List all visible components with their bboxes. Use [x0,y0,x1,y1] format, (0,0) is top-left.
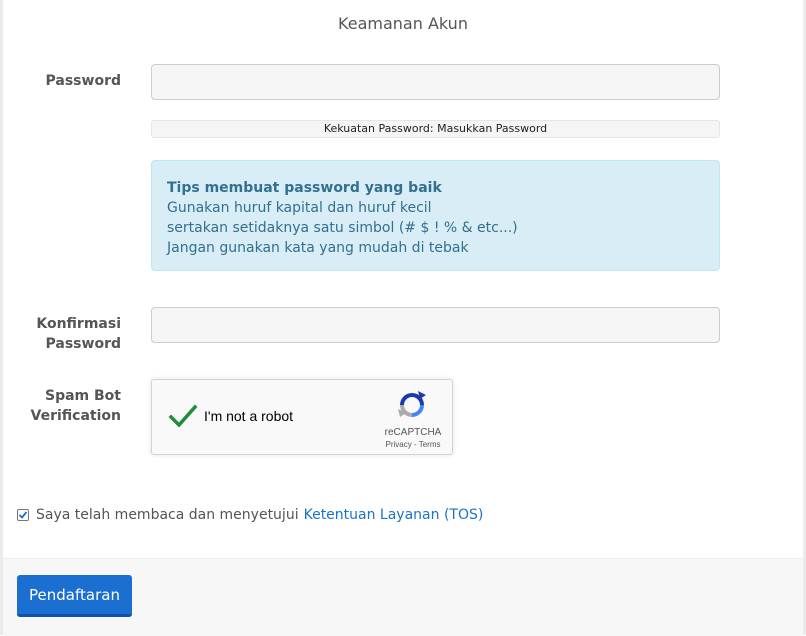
tips-line: sertakan setidaknya satu simbol (# $ ! %… [167,220,518,236]
tips-line: Jangan gunakan kata yang mudah di tebak [167,240,469,256]
recaptcha-privacy-terms[interactable]: Privacy - Terms [378,440,448,449]
confirm-label-line: Konfirmasi [36,316,121,332]
section-title: Keamanan Akun [338,14,468,33]
recaptcha-label: I'm not a robot [204,408,294,424]
confirm-password-label: Konfirmasi Password [1,314,121,354]
password-tips-box: Tips membuat password yang baik Gunakan … [151,160,720,271]
tips-line: Gunakan huruf kapital dan huruf kecil [167,200,432,216]
confirm-label-line: Password [45,336,121,352]
recaptcha-logo-icon [396,389,428,421]
tos-text: Saya telah membaca dan menyetujui [36,507,299,523]
password-strength-meter: Kekuatan Password: Masukkan Password [151,120,720,138]
register-button[interactable]: Pendaftaran [17,575,132,617]
spam-label-line: Verification [30,408,121,424]
recaptcha-brand: reCAPTCHA [384,427,442,438]
tos-agreement: Saya telah membaca dan menyetujui Ketent… [17,507,483,523]
confirm-password-input[interactable] [151,307,720,343]
tos-link[interactable]: Ketentuan Layanan (TOS) [304,507,484,523]
spam-label-line: Spam Bot [45,388,121,404]
tos-checkbox[interactable] [17,509,29,521]
password-label: Password [45,73,121,89]
tips-title: Tips membuat password yang baik [167,180,442,196]
recaptcha-checkmark-icon[interactable] [168,401,198,431]
recaptcha-widget: I'm not a robot reCAPTCHA Privacy - Term… [151,379,453,455]
password-input[interactable] [151,64,720,100]
spam-verification-label: Spam Bot Verification [1,386,121,426]
